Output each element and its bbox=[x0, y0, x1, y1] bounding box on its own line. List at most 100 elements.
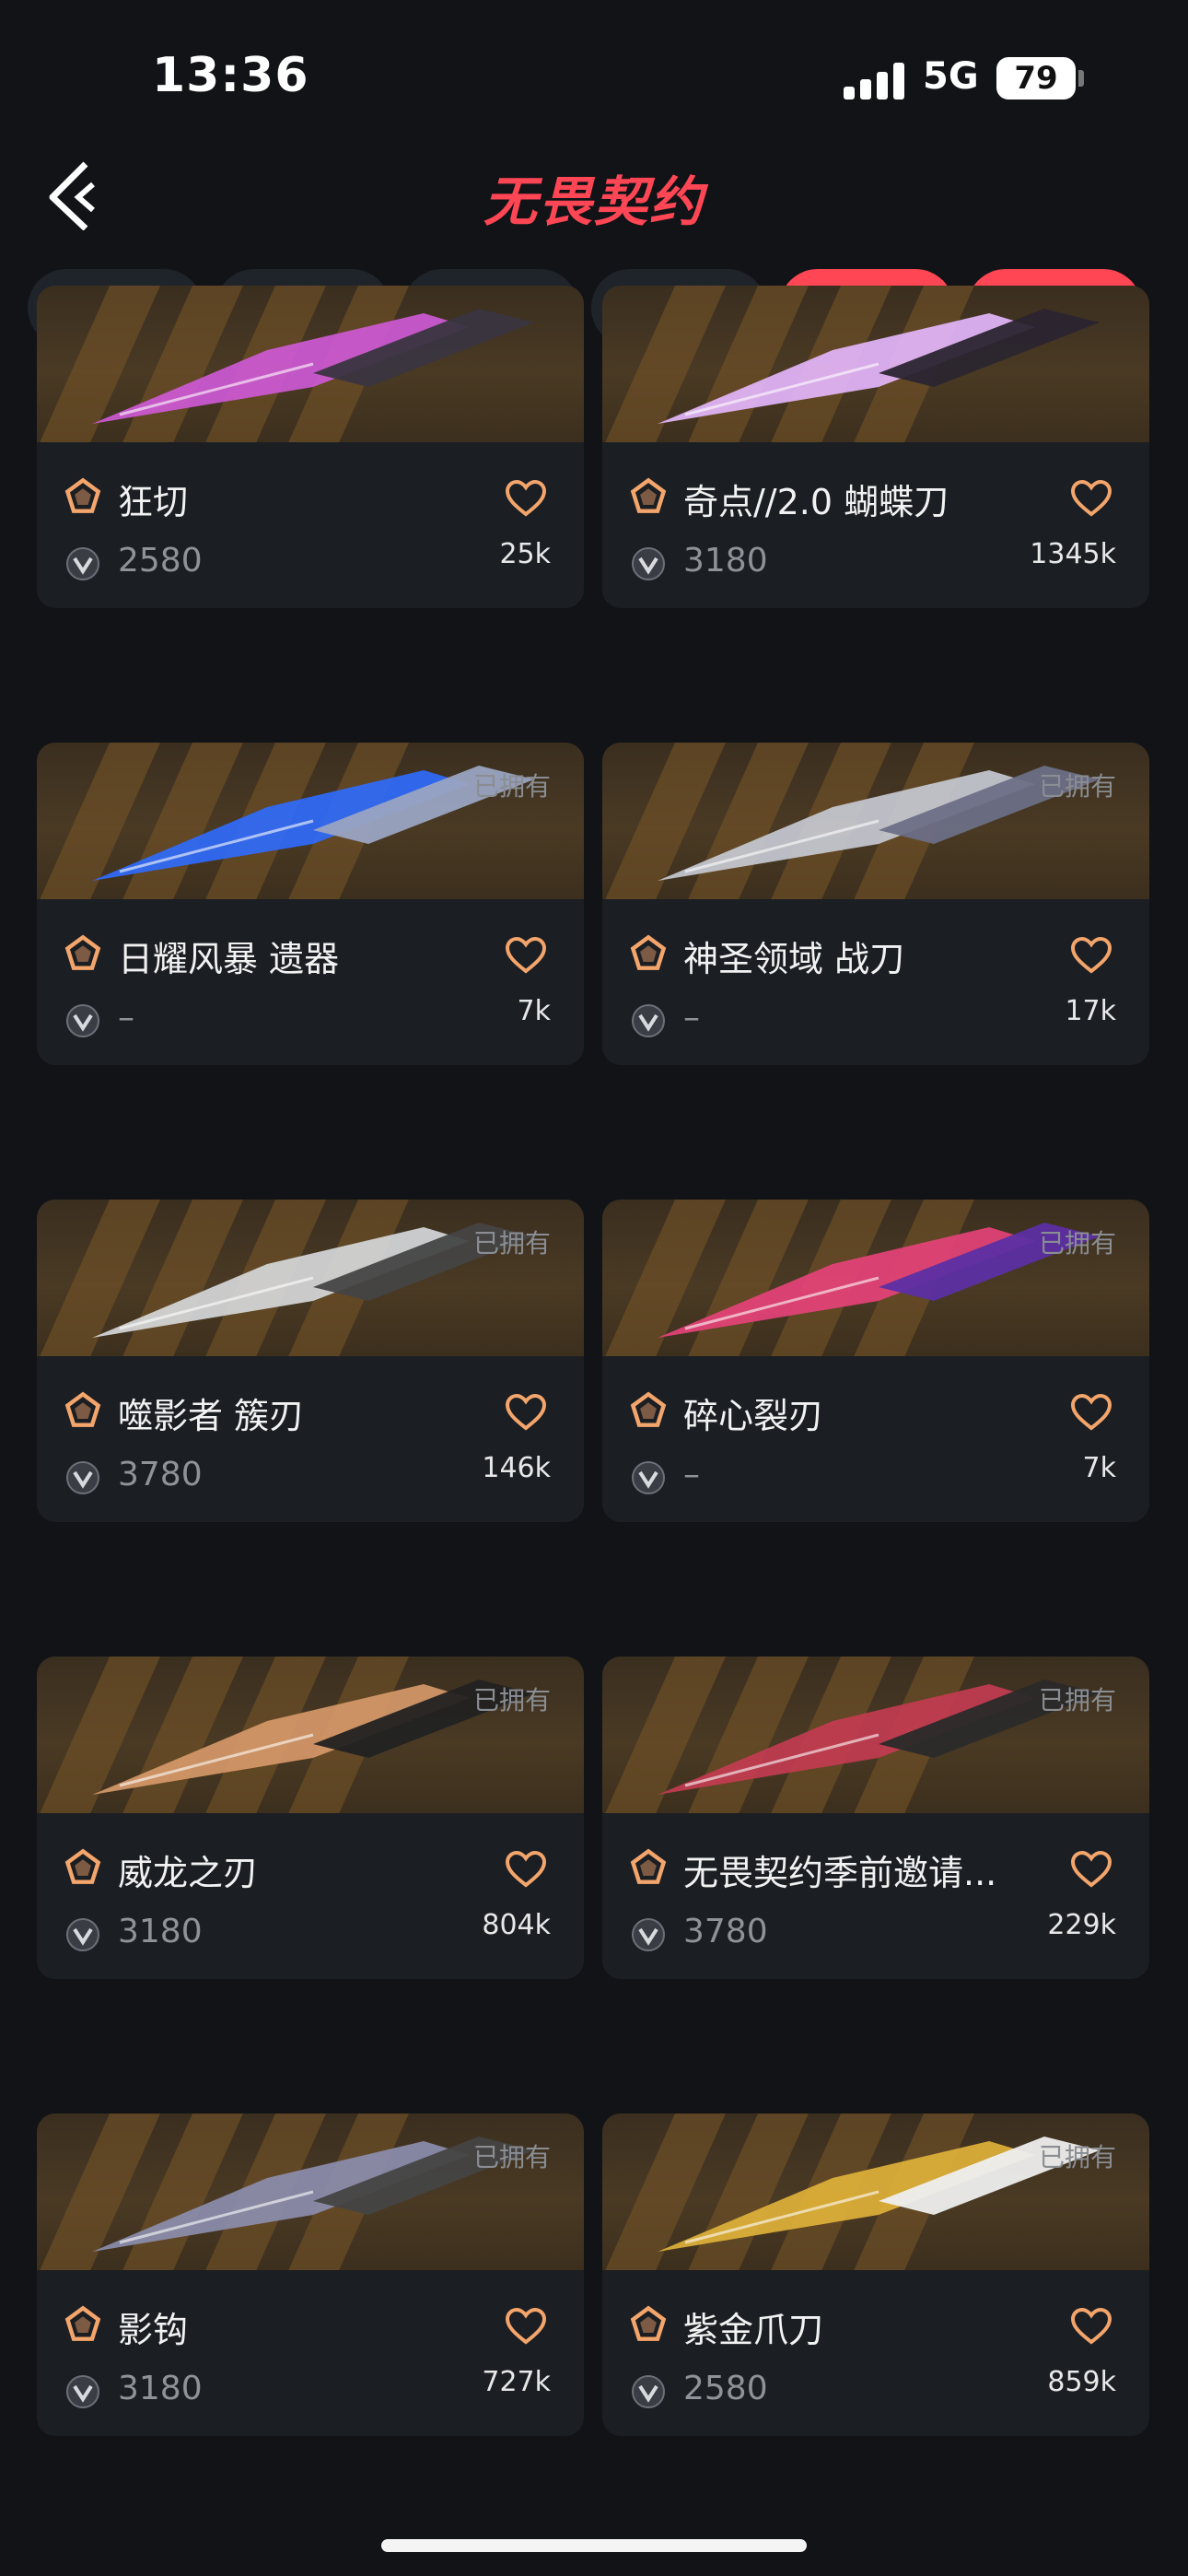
network-type: 5G bbox=[923, 55, 979, 98]
skin-info: 碎心裂刃 – 7k bbox=[602, 1356, 1149, 1522]
skin-info: 紫金爪刀 2580 859k bbox=[602, 2270, 1149, 2436]
heart-icon[interactable] bbox=[1070, 936, 1112, 975]
heart-icon[interactable] bbox=[505, 1393, 547, 1432]
tier-pentagon-icon bbox=[64, 934, 105, 971]
weapon-art bbox=[92, 309, 534, 424]
skin-card[interactable]: 已拥有 紫金爪刀 2580 859k bbox=[602, 2113, 1149, 2436]
skin-image bbox=[602, 286, 1149, 442]
vp-currency-icon bbox=[64, 545, 101, 582]
skin-card[interactable]: 已拥有神圣领域 战刀 – 17k bbox=[602, 743, 1149, 1065]
skin-image: 已拥有 bbox=[37, 2113, 584, 2270]
battery-icon: 79 bbox=[996, 57, 1076, 100]
skin-image: 已拥有 bbox=[602, 1200, 1149, 1356]
tier-pentagon-icon bbox=[64, 1391, 105, 1428]
like-count: 25k bbox=[499, 538, 551, 570]
tier-pentagon-icon bbox=[630, 477, 670, 514]
status-bar: 13:36 5G 79 bbox=[0, 0, 1188, 157]
tier-pentagon-icon bbox=[630, 1391, 670, 1428]
skin-name: 碎心裂刃 bbox=[683, 1396, 824, 1436]
battery-tip bbox=[1078, 70, 1084, 87]
like-count: 1345k bbox=[1030, 538, 1116, 570]
tier-pentagon-icon bbox=[630, 1848, 670, 1885]
like-count: 859k bbox=[1047, 2366, 1116, 2398]
skin-info: 噬影者 簇刃 3780 146k bbox=[37, 1356, 584, 1522]
skin-name: 奇点//2.0 蝴蝶刀 bbox=[683, 482, 949, 522]
skin-price: – bbox=[683, 999, 700, 1036]
skin-name: 噬影者 簇刃 bbox=[118, 1396, 305, 1436]
skin-name: 无畏契约季前邀请... bbox=[683, 1853, 997, 1893]
skin-price: 2580 bbox=[118, 542, 203, 580]
vp-currency-icon bbox=[64, 1916, 101, 1953]
tier-pentagon-icon bbox=[64, 1848, 105, 1885]
tier-pentagon-icon bbox=[630, 2305, 670, 2342]
skin-card[interactable]: 已拥有 影钩 3180 727k bbox=[37, 2113, 584, 2436]
tier-pentagon-icon bbox=[64, 2305, 105, 2342]
skin-price: 2580 bbox=[683, 2370, 768, 2407]
skin-card[interactable]: 已拥有无畏契约季前邀请... 3780 229k bbox=[602, 1657, 1149, 1979]
skin-info: 奇点//2.0 蝴蝶刀 3180 1345k bbox=[602, 442, 1149, 608]
skin-card[interactable]: 狂切 2580 25k bbox=[37, 286, 584, 608]
skin-price: 3780 bbox=[118, 1456, 203, 1493]
heart-icon[interactable] bbox=[505, 479, 547, 518]
skin-price: 3780 bbox=[683, 1913, 768, 1950]
heart-icon[interactable] bbox=[1070, 2307, 1112, 2346]
vp-currency-icon bbox=[64, 1002, 101, 1039]
skin-name: 日耀风暴 遗器 bbox=[118, 939, 340, 979]
owned-label: 已拥有 bbox=[1038, 1228, 1116, 1259]
skin-card[interactable]: 奇点//2.0 蝴蝶刀 3180 1345k bbox=[602, 286, 1149, 608]
skin-image: 已拥有 bbox=[602, 1657, 1149, 1813]
skin-image: 已拥有 bbox=[602, 743, 1149, 899]
vp-currency-icon bbox=[64, 2373, 101, 2410]
heart-icon[interactable] bbox=[505, 1850, 547, 1889]
vp-currency-icon bbox=[630, 1459, 667, 1496]
skin-card[interactable]: 已拥有威龙之刃 3180 804k bbox=[37, 1657, 584, 1979]
tier-pentagon-icon bbox=[64, 477, 105, 514]
skin-name: 影钩 bbox=[118, 2310, 189, 2350]
skin-card[interactable]: 已拥有噬影者 簇刃 3780 146k bbox=[37, 1200, 584, 1522]
skin-image: 已拥有 bbox=[37, 1200, 584, 1356]
skin-image: 已拥有 bbox=[37, 743, 584, 899]
vp-currency-icon bbox=[64, 1459, 101, 1496]
skin-name: 神圣领域 战刀 bbox=[683, 939, 905, 979]
home-indicator[interactable] bbox=[381, 2539, 807, 2552]
skin-name: 威龙之刃 bbox=[118, 1853, 259, 1893]
heart-icon[interactable] bbox=[1070, 1850, 1112, 1889]
like-count: 7k bbox=[517, 995, 551, 1027]
vp-currency-icon bbox=[630, 1916, 667, 1953]
skin-price: 3180 bbox=[118, 1913, 203, 1950]
owned-label: 已拥有 bbox=[1038, 1685, 1116, 1715]
status-time: 13:36 bbox=[152, 48, 309, 103]
tier-pentagon-icon bbox=[630, 934, 670, 971]
skin-image: 已拥有 bbox=[37, 1657, 584, 1813]
skin-price: 3180 bbox=[683, 542, 768, 580]
skin-info: 神圣领域 战刀 – 17k bbox=[602, 899, 1149, 1065]
skin-price: 3180 bbox=[118, 2370, 203, 2407]
skin-price: – bbox=[118, 999, 134, 1036]
heart-icon[interactable] bbox=[505, 936, 547, 975]
like-count: 17k bbox=[1065, 995, 1116, 1027]
owned-label: 已拥有 bbox=[472, 2142, 551, 2172]
skin-image bbox=[37, 286, 584, 442]
skin-name: 狂切 bbox=[118, 482, 189, 522]
weapon-art bbox=[658, 309, 1100, 424]
like-count: 229k bbox=[1047, 1909, 1116, 1941]
skin-price: – bbox=[683, 1456, 700, 1493]
skin-info: 狂切 2580 25k bbox=[37, 442, 584, 608]
header: 无畏契约 bbox=[0, 147, 1188, 240]
vp-currency-icon bbox=[630, 545, 667, 582]
skin-card[interactable]: 已拥有日耀风暴 遗器 – 7k bbox=[37, 743, 584, 1065]
skin-info: 威龙之刃 3180 804k bbox=[37, 1813, 584, 1979]
owned-label: 已拥有 bbox=[472, 771, 551, 802]
page-title: 无畏契约 bbox=[483, 170, 705, 233]
like-count: 804k bbox=[482, 1909, 551, 1941]
skin-card[interactable]: 已拥有碎心裂刃 – 7k bbox=[602, 1200, 1149, 1522]
heart-icon[interactable] bbox=[1070, 479, 1112, 518]
vp-currency-icon bbox=[630, 2373, 667, 2410]
like-count: 7k bbox=[1082, 1452, 1116, 1484]
skin-info: 日耀风暴 遗器 – 7k bbox=[37, 899, 584, 1065]
heart-icon[interactable] bbox=[505, 2307, 547, 2346]
skin-info: 影钩 3180 727k bbox=[37, 2270, 584, 2436]
heart-icon[interactable] bbox=[1070, 1393, 1112, 1432]
like-count: 146k bbox=[482, 1452, 551, 1484]
owned-label: 已拥有 bbox=[472, 1685, 551, 1715]
